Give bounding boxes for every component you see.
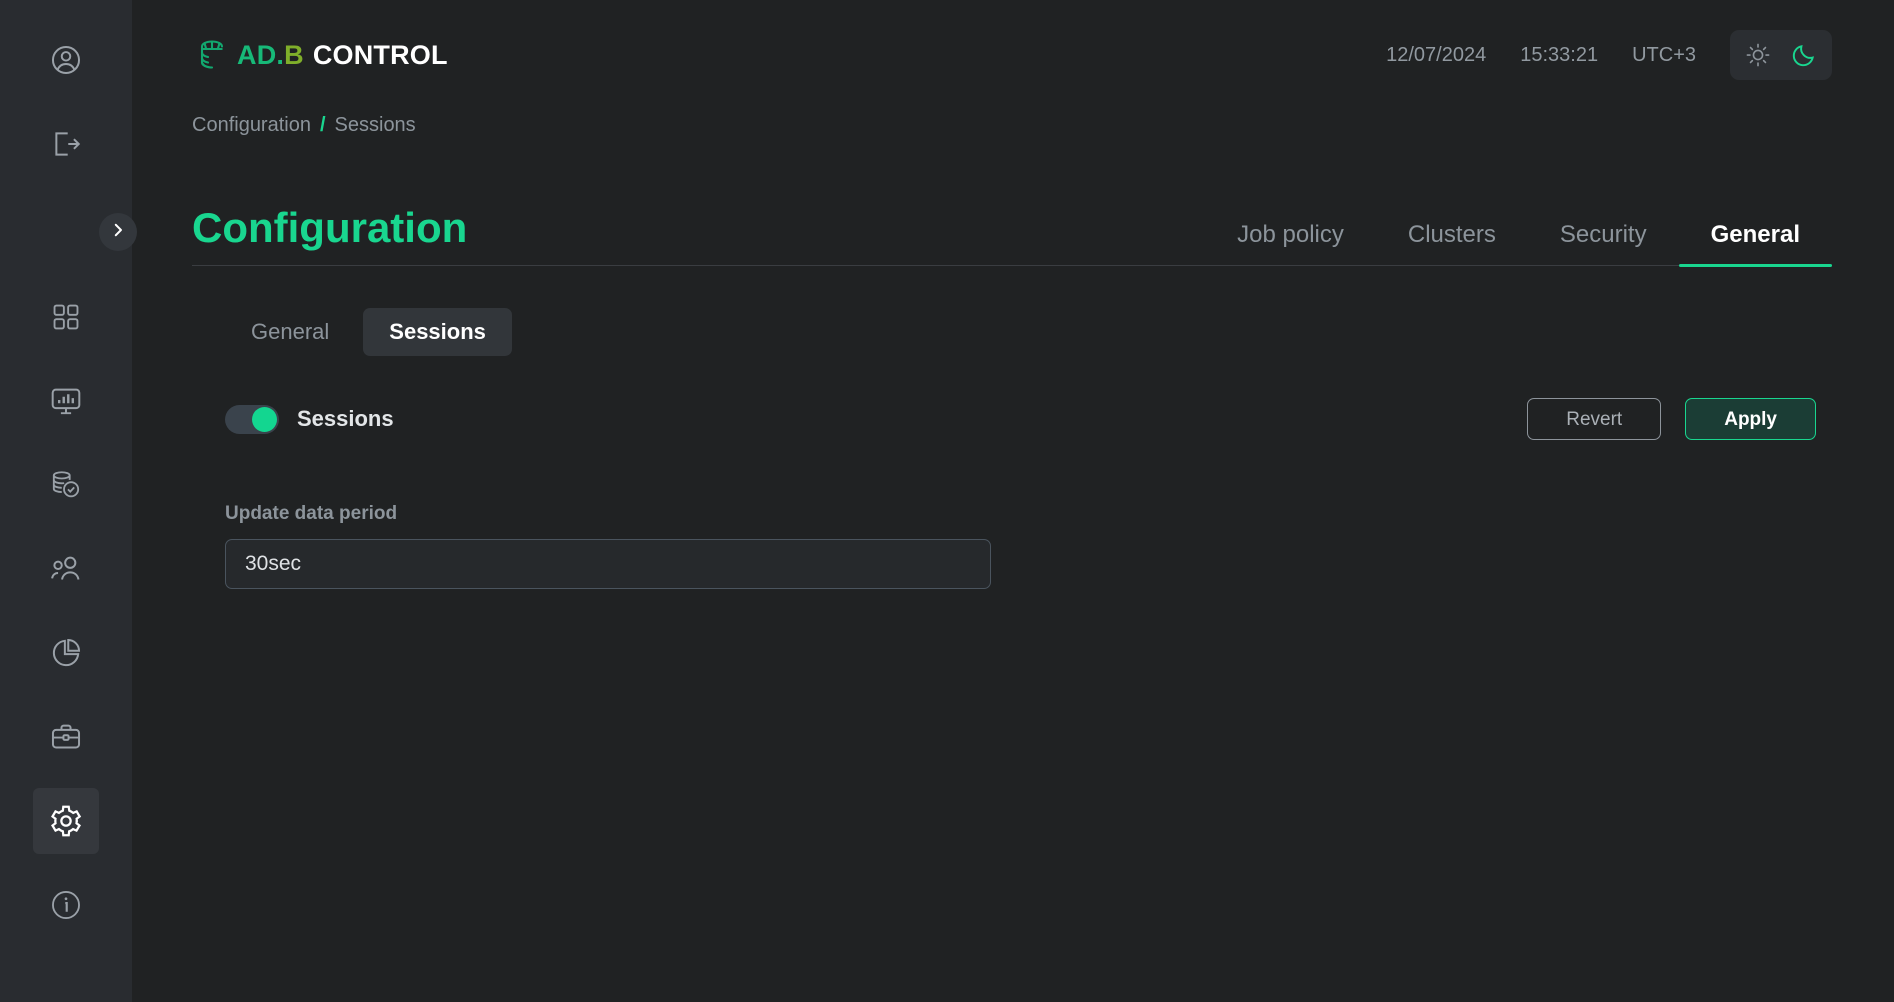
- brand-name: AD.B CONTROL: [237, 42, 448, 69]
- sidebar-item-users[interactable]: [33, 536, 99, 602]
- sidebar-item-reports[interactable]: [33, 620, 99, 686]
- toggle-knob: [252, 407, 277, 432]
- current-time: 15:33:21: [1520, 44, 1598, 67]
- tab-bar: Job policy Clusters Security General: [1205, 191, 1832, 265]
- theme-switcher[interactable]: [1730, 30, 1832, 80]
- revert-button[interactable]: Revert: [1527, 398, 1661, 440]
- sun-icon[interactable]: [1742, 39, 1774, 71]
- sidebar-item-about[interactable]: [33, 872, 99, 938]
- app-root: AD.B CONTROL 12/07/2024 15:33:21 UTC+3: [0, 0, 1894, 1002]
- sidebar-item-logout[interactable]: [33, 111, 99, 177]
- sidebar-collapse-button[interactable]: [99, 213, 137, 251]
- sidebar-item-dashboard[interactable]: [33, 284, 99, 350]
- chevron-right-icon: [109, 221, 127, 244]
- sidebar-item-monitoring[interactable]: [33, 368, 99, 434]
- moon-icon[interactable]: [1788, 39, 1820, 71]
- sessions-toggle-label: Sessions: [297, 406, 394, 432]
- update-period-input[interactable]: [225, 539, 991, 589]
- header-right: 12/07/2024 15:33:21 UTC+3: [1386, 30, 1832, 80]
- brand-ad: AD: [237, 40, 276, 70]
- main-content: AD.B CONTROL 12/07/2024 15:33:21 UTC+3: [132, 0, 1894, 1002]
- gear-icon: [48, 803, 84, 839]
- briefcase-icon: [49, 720, 83, 754]
- breadcrumb-separator: /: [320, 114, 326, 137]
- database-check-icon: [49, 468, 83, 502]
- subtab-general[interactable]: General: [225, 308, 355, 356]
- page-title: Configuration: [192, 207, 467, 265]
- breadcrumb-item-configuration[interactable]: Configuration: [192, 114, 311, 137]
- brand-dot: .: [276, 40, 284, 70]
- sidebar-item-jobs[interactable]: [33, 704, 99, 770]
- settings-panel: Sessions Revert Apply: [225, 390, 1816, 448]
- tab-security[interactable]: Security: [1528, 223, 1679, 265]
- topbar: AD.B CONTROL 12/07/2024 15:33:21 UTC+3: [192, 0, 1832, 104]
- tab-general[interactable]: General: [1679, 223, 1832, 265]
- sidebar: [0, 0, 132, 1002]
- breadcrumb: Configuration / Sessions: [192, 114, 1832, 137]
- timezone-label: UTC+3: [1632, 44, 1696, 67]
- sidebar-item-configuration[interactable]: [33, 788, 99, 854]
- sessions-toggle-group: Sessions: [225, 405, 394, 434]
- tab-job-policy[interactable]: Job policy: [1205, 223, 1376, 265]
- sub-tab-bar: General Sessions: [225, 308, 1832, 356]
- logout-icon: [49, 127, 83, 161]
- sessions-toggle-switch[interactable]: [225, 405, 279, 434]
- sessions-toggle-row: Sessions Revert Apply: [225, 390, 1816, 448]
- database-stack-icon: [192, 33, 236, 77]
- apply-button[interactable]: Apply: [1685, 398, 1816, 440]
- user-circle-icon: [49, 43, 83, 77]
- monitor-chart-icon: [49, 384, 83, 418]
- brand-b: B: [284, 40, 304, 70]
- page-header: Configuration Job policy Clusters Securi…: [192, 192, 1832, 266]
- app-logo[interactable]: AD.B CONTROL: [192, 33, 448, 77]
- action-buttons: Revert Apply: [1527, 398, 1816, 440]
- update-period-field: Update data period: [225, 503, 1832, 589]
- users-icon: [49, 552, 83, 586]
- current-date: 12/07/2024: [1386, 44, 1486, 67]
- breadcrumb-item-sessions[interactable]: Sessions: [335, 114, 416, 137]
- update-period-label: Update data period: [225, 503, 1832, 525]
- grid-dashboard-icon: [50, 301, 82, 333]
- sidebar-nav-group: [33, 284, 99, 938]
- sidebar-item-databases[interactable]: [33, 452, 99, 518]
- brand-control: CONTROL: [313, 40, 448, 70]
- subtab-sessions[interactable]: Sessions: [363, 308, 512, 356]
- tab-clusters[interactable]: Clusters: [1376, 223, 1528, 265]
- pie-chart-icon: [49, 636, 83, 670]
- sidebar-top-group: [33, 27, 99, 177]
- sidebar-item-profile[interactable]: [33, 27, 99, 93]
- info-circle-icon: [49, 888, 83, 922]
